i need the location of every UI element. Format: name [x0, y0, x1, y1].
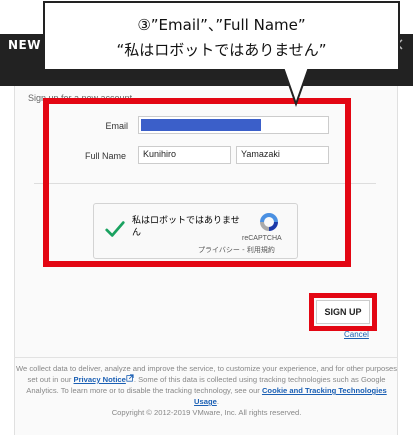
footer-notice: We collect data to deliver, analyze and … [16, 363, 397, 418]
footer-text-part3: . [216, 397, 219, 406]
copyright-text: Copyright © 2012-2019 VMware, Inc. All r… [111, 408, 302, 417]
external-link-icon [126, 374, 134, 382]
modal-title: NEW [8, 38, 41, 52]
callout-line-1: ③”Email”、”Full Name” [137, 16, 306, 34]
footer-divider [14, 357, 398, 358]
signup-screen: NEW × Sign up for a new account. Email F… [0, 0, 413, 435]
callout-line-2: “私はロボットではありません” [116, 41, 327, 59]
annotation-box-signup [309, 293, 377, 331]
annotation-box-form [43, 98, 351, 267]
cancel-link[interactable]: Cancel [344, 330, 369, 339]
privacy-notice-link[interactable]: Privacy Notice [74, 375, 126, 384]
